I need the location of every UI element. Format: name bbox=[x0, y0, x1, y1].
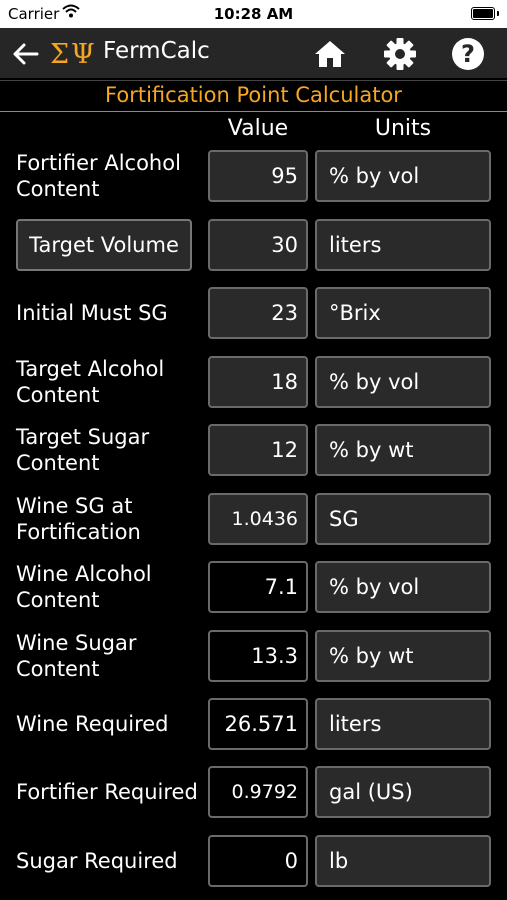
row-wine-sg-at-fortification: Wine SG at Fortification 1.0436 SG bbox=[0, 491, 507, 547]
wine-sg-at-fortification-label: Wine SG at Fortification bbox=[16, 494, 141, 544]
target-volume-units-selector[interactable]: liters bbox=[315, 219, 491, 271]
row-wine-sugar-content: Wine Sugar Content 13.3 % by wt bbox=[0, 628, 507, 684]
initial-must-sg-label: Initial Must SG bbox=[16, 301, 168, 325]
wine-sugar-content-units-selector[interactable]: % by wt bbox=[315, 630, 491, 682]
row-target-alcohol-content: Target Alcohol Content 18 % by vol bbox=[0, 354, 507, 410]
fermcalc-logo-icon: Σ Ψ bbox=[50, 39, 95, 68]
svg-text:?: ? bbox=[461, 40, 475, 68]
value-column-header: Value bbox=[227, 116, 289, 141]
units-column-header: Units bbox=[374, 116, 432, 141]
row-fortifier-alcohol-content: Fortifier Alcohol Content 95 % by vol bbox=[0, 148, 507, 204]
target-alcohol-content-label: Target Alcohol Content bbox=[16, 357, 165, 407]
home-button[interactable] bbox=[310, 36, 350, 72]
app-title: FermCalc bbox=[103, 38, 210, 64]
wine-alcohol-content-label: Wine Alcohol Content bbox=[16, 562, 152, 612]
help-button[interactable]: ? bbox=[448, 35, 488, 73]
target-sugar-content-label: Target Sugar Content bbox=[16, 425, 150, 475]
fortifier-required-label: Fortifier Required bbox=[16, 780, 198, 804]
target-volume-field[interactable]: 30 bbox=[208, 219, 308, 271]
row-sugar-required: Sugar Required 0 lb bbox=[0, 833, 507, 889]
gear-icon bbox=[384, 38, 416, 70]
sugar-required-label: Sugar Required bbox=[16, 849, 178, 873]
battery-icon bbox=[471, 7, 499, 20]
wine-sugar-content-label: Wine Sugar Content bbox=[16, 631, 137, 681]
wine-required-units-selector[interactable]: liters bbox=[315, 698, 491, 750]
row-target-sugar-content: Target Sugar Content 12 % by wt bbox=[0, 422, 507, 478]
row-target-volume: Target Volume 30 liters bbox=[0, 217, 507, 273]
settings-button[interactable] bbox=[380, 35, 420, 73]
svg-text:Σ: Σ bbox=[50, 39, 69, 68]
target-alcohol-content-field[interactable]: 18 bbox=[208, 356, 308, 408]
target-sugar-content-field[interactable]: 12 bbox=[208, 424, 308, 476]
wine-alcohol-content-result: 7.1 bbox=[208, 561, 308, 613]
initial-must-sg-units-selector[interactable]: °Brix bbox=[315, 287, 491, 339]
wine-alcohol-content-units-selector[interactable]: % by vol bbox=[315, 561, 491, 613]
target-sugar-content-units-selector[interactable]: % by wt bbox=[315, 424, 491, 476]
status-bar: Carrier 10:28 AM bbox=[0, 0, 507, 28]
target-volume-button[interactable]: Target Volume bbox=[16, 219, 192, 271]
home-icon bbox=[315, 41, 345, 67]
fortifier-required-result: 0.9792 bbox=[208, 766, 308, 818]
back-button[interactable] bbox=[8, 37, 42, 71]
navigation-bar: Σ Ψ FermCalc ? bbox=[0, 28, 507, 78]
fortifier-required-units-selector[interactable]: gal (US) bbox=[315, 766, 491, 818]
fortifier-alcohol-content-label: Fortifier Alcohol Content bbox=[16, 151, 181, 201]
wine-required-label: Wine Required bbox=[16, 712, 169, 736]
wine-sugar-content-result: 13.3 bbox=[208, 630, 308, 682]
fortifier-alcohol-content-units-selector[interactable]: % by vol bbox=[315, 150, 491, 202]
row-wine-alcohol-content: Wine Alcohol Content 7.1 % by vol bbox=[0, 559, 507, 615]
row-initial-must-sg: Initial Must SG 23 °Brix bbox=[0, 285, 507, 341]
row-wine-required: Wine Required 26.571 liters bbox=[0, 696, 507, 752]
target-alcohol-content-units-selector[interactable]: % by vol bbox=[315, 356, 491, 408]
page-title: Fortification Point Calculator bbox=[0, 80, 507, 112]
sugar-required-result: 0 bbox=[208, 835, 308, 887]
fortifier-alcohol-content-field[interactable]: 95 bbox=[208, 150, 308, 202]
question-mark-icon: ? bbox=[452, 38, 484, 70]
wine-sg-at-fortification-field[interactable]: 1.0436 bbox=[208, 493, 308, 545]
wine-sg-at-fortification-units-selector[interactable]: SG bbox=[315, 493, 491, 545]
wine-required-result: 26.571 bbox=[208, 698, 308, 750]
row-fortifier-required: Fortifier Required 0.9792 gal (US) bbox=[0, 764, 507, 820]
back-arrow-icon bbox=[13, 43, 39, 65]
sugar-required-units-selector[interactable]: lb bbox=[315, 835, 491, 887]
initial-must-sg-field[interactable]: 23 bbox=[208, 287, 308, 339]
clock: 10:28 AM bbox=[213, 5, 294, 23]
svg-text:Ψ: Ψ bbox=[71, 39, 95, 68]
